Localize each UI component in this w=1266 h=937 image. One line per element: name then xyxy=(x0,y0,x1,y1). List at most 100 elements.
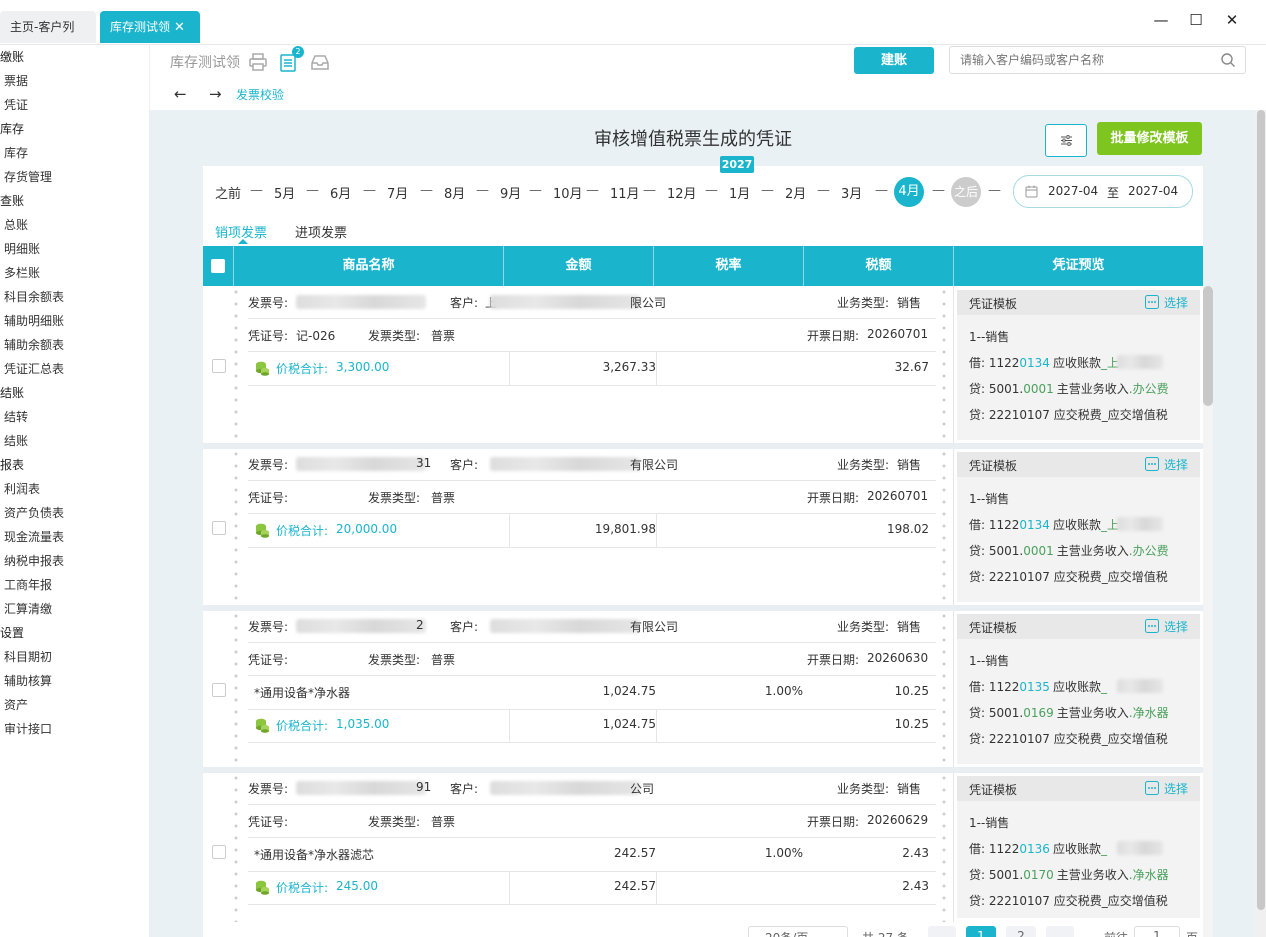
sidebar-item[interactable]: 多栏账 xyxy=(4,263,40,283)
customer-suffix: 有限公司 xyxy=(630,458,679,472)
row-checkbox[interactable] xyxy=(212,845,226,859)
close-icon[interactable]: ✕ xyxy=(174,20,185,35)
breadcrumb[interactable]: 发票校验 xyxy=(236,86,284,103)
goto-page-input[interactable]: 1 xyxy=(1134,926,1180,937)
header-select-all[interactable] xyxy=(203,246,234,286)
sidebar-item[interactable]: 现金流量表 xyxy=(4,527,64,547)
sidebar-item[interactable]: 资产 xyxy=(4,695,28,715)
month-item[interactable]: 12月 xyxy=(667,183,697,202)
select-template-button[interactable]: 选择 xyxy=(1145,780,1188,797)
invoice-no-label: 发票号: xyxy=(248,458,289,472)
sidebar-item[interactable]: 纳税申报表 xyxy=(4,551,64,571)
invoice-type: 普票 xyxy=(431,491,456,505)
tab-purchase-invoices[interactable]: 进项发票 xyxy=(295,222,347,241)
drag-dots xyxy=(942,448,946,606)
month-item[interactable]: 7月 xyxy=(387,183,408,202)
voucher-credit-line: 贷: 5001.0001 主营业务收入.办公费 xyxy=(969,380,1169,397)
sidebar-item[interactable]: 凭证 xyxy=(4,95,28,115)
redacted-invoice-no xyxy=(296,781,426,795)
row-checkbox[interactable] xyxy=(212,359,226,373)
close-window-button[interactable]: ✕ xyxy=(1221,9,1243,31)
sidebar-item[interactable]: 辅助明细账 xyxy=(4,311,64,331)
sidebar-item[interactable]: 汇算清缴 xyxy=(4,599,52,619)
print-icon[interactable] xyxy=(248,52,268,72)
month-item[interactable]: 9月 xyxy=(500,183,521,202)
select-template-button[interactable]: 选择 xyxy=(1145,294,1188,311)
month-before[interactable]: 之前 xyxy=(215,183,241,202)
col-amount: 金额 xyxy=(504,246,654,286)
month-separator: — xyxy=(420,183,433,198)
month-item[interactable]: 10月 xyxy=(553,183,583,202)
select-all-checkbox[interactable] xyxy=(211,259,225,273)
back-arrow-icon[interactable]: ← xyxy=(174,85,187,103)
item-tax-rate: 1.00% xyxy=(764,684,803,698)
sidebar-item[interactable]: 利润表 xyxy=(4,479,40,499)
date-range-picker[interactable]: 2027-04 至 2027-04 xyxy=(1013,175,1193,208)
sidebar-item[interactable]: 科目期初 xyxy=(4,647,52,667)
row-line xyxy=(248,675,936,676)
batch-edit-template-button[interactable]: 批量修改模板 xyxy=(1097,122,1202,155)
sidebar-item[interactable]: 辅助余额表 xyxy=(4,335,64,355)
month-item[interactable]: 6月 xyxy=(330,183,351,202)
select-template-button[interactable]: 选择 xyxy=(1145,456,1188,473)
build-account-button[interactable]: 建账 xyxy=(854,47,934,74)
row-line xyxy=(248,804,936,805)
debit-name: 应收账款 xyxy=(1052,680,1101,694)
month-item[interactable]: 1月 xyxy=(729,183,750,202)
total-amount: 19,801.98 xyxy=(594,522,656,536)
filter-button[interactable] xyxy=(1045,124,1087,157)
table-scrollbar-thumb[interactable] xyxy=(1203,286,1213,406)
month-after[interactable]: 之后 xyxy=(951,177,981,207)
sidebar-section: 缴账 xyxy=(0,50,25,64)
col-tax-rate: 税率 xyxy=(654,246,804,286)
month-item[interactable]: 5月 xyxy=(274,183,295,202)
row-checkbox[interactable] xyxy=(212,683,226,697)
forward-arrow-icon[interactable]: → xyxy=(209,85,222,103)
sidebar-item[interactable]: 资产负债表 xyxy=(4,503,64,523)
row-checkbox[interactable] xyxy=(212,521,226,535)
month-item[interactable]: 11月 xyxy=(610,183,640,202)
sidebar-item[interactable]: 工商年报 xyxy=(4,575,52,595)
invoice-no-label: 发票号: xyxy=(248,620,289,634)
page-button[interactable]: 1 xyxy=(966,926,996,937)
minimize-button[interactable]: — xyxy=(1150,9,1172,31)
sidebar-item[interactable]: 辅助核算 xyxy=(4,671,52,691)
prev-page-button[interactable] xyxy=(928,926,956,937)
month-item[interactable]: 8月 xyxy=(444,183,465,202)
redacted-invoice-no xyxy=(296,457,426,471)
sidebar-item[interactable]: 凭证汇总表 xyxy=(4,359,64,379)
inbox-icon[interactable] xyxy=(310,52,330,72)
page-size-select[interactable]: 20条/页 xyxy=(748,926,848,937)
customer-label: 客户: xyxy=(450,620,479,634)
month-item[interactable]: 3月 xyxy=(841,183,862,202)
sidebar-item[interactable]: 票据 xyxy=(4,71,28,91)
next-page-button[interactable] xyxy=(1046,926,1074,937)
tab-inventory-test[interactable]: 库存测试领 ✕ xyxy=(100,11,200,43)
page-scrollbar-thumb[interactable] xyxy=(1257,110,1265,910)
debit-prefix: 借: 1122 xyxy=(969,842,1020,856)
month-separator: — xyxy=(476,183,489,198)
sidebar-item[interactable]: 结转 xyxy=(4,407,28,427)
sidebar-item[interactable]: 总账 xyxy=(4,215,28,235)
tab-customer-list[interactable]: 主页-客户列表 xyxy=(0,11,96,66)
drag-dots xyxy=(942,772,946,922)
sidebar-item[interactable]: 审计接口 xyxy=(4,719,52,739)
month-selected[interactable]: 4月 xyxy=(894,177,924,207)
sidebar-item[interactable]: 库存 xyxy=(4,143,28,163)
voucher-line-title: 1--销售 xyxy=(969,816,1010,830)
select-template-button[interactable]: 选择 xyxy=(1145,618,1188,635)
sidebar-section: 结账 xyxy=(0,386,25,400)
sidebar-item[interactable]: 结账 xyxy=(4,431,28,451)
credit-prefix: 贷: 5001. xyxy=(969,706,1024,720)
sidebar-item[interactable]: 明细账 xyxy=(4,239,40,259)
group-divider xyxy=(203,605,1203,611)
search-input[interactable] xyxy=(949,46,1246,74)
sidebar-item[interactable]: 存货管理 xyxy=(4,167,52,187)
month-item[interactable]: 2月 xyxy=(785,183,806,202)
credit-code: 0170 xyxy=(1023,868,1054,882)
voucher-tax-line: 贷: 22210107 应交税费_应交增值税 xyxy=(969,408,1168,422)
maximize-button[interactable]: ☐ xyxy=(1185,9,1207,31)
sidebar-item[interactable]: 科目余额表 xyxy=(4,287,64,307)
page-button[interactable]: 2 xyxy=(1006,926,1036,937)
search-icon[interactable] xyxy=(1220,52,1236,68)
